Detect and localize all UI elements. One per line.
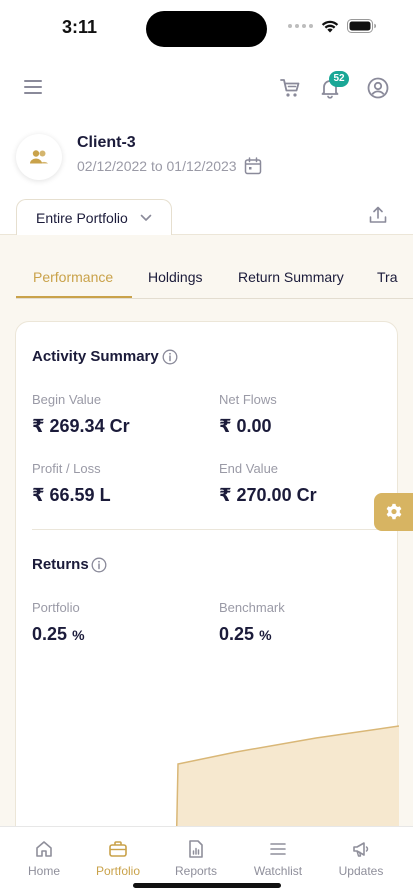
nav-watchlist-label: Watchlist <box>253 864 303 878</box>
notification-badge: 52 <box>329 71 349 87</box>
megaphone-icon <box>353 842 369 857</box>
date-range[interactable]: 02/12/2022 to 01/12/2023 <box>77 158 237 174</box>
export-icon[interactable] <box>369 206 387 224</box>
nav-portfolio-label: Portfolio <box>95 864 141 878</box>
nav-updates-label: Updates <box>338 864 384 878</box>
client-name: Client-3 <box>77 134 136 151</box>
status-time: 3:11 <box>62 17 98 37</box>
portfolio-return-label: Portfolio <box>32 600 80 615</box>
nav-watchlist[interactable]: Watchlist <box>242 839 314 878</box>
benchmark-return-label: Benchmark <box>219 600 285 615</box>
cart-icon[interactable] <box>278 76 302 100</box>
active-tab-indicator <box>16 296 132 298</box>
signal-icon <box>288 24 313 28</box>
info-icon[interactable] <box>91 557 107 573</box>
tab-performance[interactable]: Performance <box>33 269 113 285</box>
home-indicator <box>133 883 281 888</box>
nav-reports-label: Reports <box>174 864 218 878</box>
chevron-down-icon <box>140 214 152 221</box>
profile-icon[interactable] <box>366 76 390 100</box>
wifi-icon <box>321 20 339 33</box>
begin-value-label: Begin Value <box>32 392 102 407</box>
nav-portfolio[interactable]: Portfolio <box>82 839 154 878</box>
settings-gear-button[interactable] <box>374 493 413 531</box>
nav-home-label: Home <box>27 864 60 878</box>
client-avatar <box>16 134 62 180</box>
tab-holdings[interactable]: Holdings <box>148 269 202 285</box>
briefcase-icon <box>109 841 127 857</box>
users-icon <box>30 150 48 164</box>
end-value-label: End Value <box>219 461 279 476</box>
app-header <box>0 66 413 110</box>
activity-summary-title: Activity Summary <box>32 348 159 365</box>
nav-reports[interactable]: Reports <box>160 839 232 878</box>
benchmark-return-value: 0.25 % <box>219 624 272 644</box>
returns-area-chart <box>175 725 399 826</box>
profit-loss-label: Profit / Loss <box>32 461 101 476</box>
portfolio-selector[interactable]: Entire Portfolio <box>16 199 172 235</box>
end-value: ₹ 270.00 Cr <box>219 485 317 505</box>
status-bar: 3:11 <box>0 0 413 56</box>
performance-card: Activity Summary Begin Value ₹ 269.34 Cr… <box>15 321 399 826</box>
battery-icon <box>347 19 376 33</box>
gear-icon <box>386 503 402 520</box>
status-indicators <box>288 19 377 33</box>
returns-title: Returns <box>32 556 89 573</box>
info-icon[interactable] <box>162 349 178 365</box>
section-divider <box>32 529 384 530</box>
list-icon <box>270 843 286 855</box>
home-icon <box>36 841 52 857</box>
section-tabs: Performance Holdings Return Summary Tra <box>16 269 413 299</box>
nav-updates[interactable]: Updates <box>325 839 397 878</box>
portfolio-return-value: 0.25 % <box>32 624 85 644</box>
tab-transactions[interactable]: Tra <box>377 269 397 285</box>
calendar-icon[interactable] <box>244 157 262 175</box>
report-icon <box>189 840 203 858</box>
net-flows-label: Net Flows <box>219 392 277 407</box>
begin-value: ₹ 269.34 Cr <box>32 416 130 436</box>
menu-icon[interactable] <box>24 78 44 96</box>
content-area: Performance Holdings Return Summary Tra … <box>0 234 413 826</box>
returns-area-fill <box>176 726 399 826</box>
tab-return-summary[interactable]: Return Summary <box>238 269 344 285</box>
net-flows-value: ₹ 0.00 <box>219 416 272 436</box>
portfolio-selector-label: Entire Portfolio <box>36 209 128 226</box>
profit-loss-value: ₹ 66.59 L <box>32 485 111 505</box>
nav-home[interactable]: Home <box>8 839 80 878</box>
dynamic-island <box>146 11 267 47</box>
